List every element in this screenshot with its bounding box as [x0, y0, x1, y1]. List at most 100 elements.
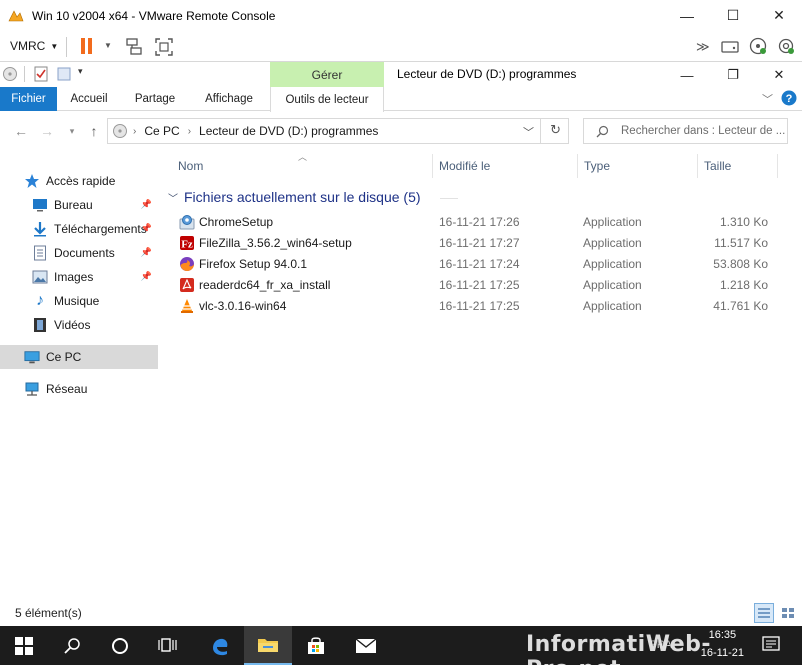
group-header[interactable]: ﹀ Fichiers actuellement sur le disque (5…: [168, 187, 458, 207]
tab-outils-de-lecteur[interactable]: Outils de lecteur: [270, 87, 384, 112]
manage-context-tab-group: Gérer: [270, 62, 384, 87]
chevron-down-icon[interactable]: ▼: [104, 41, 112, 50]
item-count: 5 élément(s): [15, 606, 82, 620]
maximize-button[interactable]: ☐: [710, 0, 756, 31]
column-header-name[interactable]: Nom: [178, 154, 203, 178]
properties-icon[interactable]: [34, 66, 48, 82]
taskbar-store-button[interactable]: [292, 626, 340, 665]
pin-icon: 📌: [140, 199, 152, 209]
nav-musique[interactable]: ♪ Musique: [0, 289, 158, 313]
nav-item-label: Téléchargements: [54, 222, 147, 236]
file-size: 1.218 Ko: [719, 278, 768, 292]
address-bar[interactable]: › Ce PC › Lecteur de DVD (D:) programmes…: [107, 118, 569, 144]
film-strip-icon: [32, 317, 48, 333]
start-button[interactable]: [0, 626, 48, 665]
edge-icon: [213, 638, 228, 655]
file-date: 16-11-21 17:24: [439, 257, 520, 271]
table-row[interactable]: vlc-3.0.16-win64 16-11-21 17:25 Applicat…: [170, 296, 780, 317]
nav-videos[interactable]: Vidéos: [0, 313, 158, 337]
breadcrumb-dvd-drive[interactable]: Lecteur de DVD (D:) programmes: [199, 124, 378, 138]
nav-item-label: Vidéos: [54, 318, 91, 332]
nav-documents[interactable]: Documents 📌: [0, 241, 158, 265]
table-row[interactable]: readerdc64_fr_xa_install 16-11-21 17:25 …: [170, 275, 780, 296]
forward-button[interactable]: →: [37, 121, 57, 141]
new-folder-icon[interactable]: [57, 66, 71, 82]
up-button[interactable]: ↑: [84, 121, 104, 141]
table-row[interactable]: Fz FileZilla_3.56.2_win64-setup 16-11-21…: [170, 233, 780, 254]
svg-text:?: ?: [786, 93, 793, 105]
details-view-icon: [758, 608, 770, 618]
column-header-size[interactable]: Taille: [704, 154, 731, 178]
customize-qat-icon[interactable]: ▾: [78, 66, 83, 77]
explorer-restore-button[interactable]: ❐: [710, 62, 756, 88]
send-ctrl-alt-del-button[interactable]: [124, 38, 144, 59]
settings-button[interactable]: [777, 37, 795, 58]
taskbar-edge-button[interactable]: [196, 626, 244, 665]
tab-partage[interactable]: Partage: [125, 87, 185, 111]
taskbar-mail-button[interactable]: [342, 626, 390, 665]
explorer-close-button[interactable]: ✕: [756, 62, 802, 88]
explorer-window-title: Lecteur de DVD (D:) programmes: [397, 67, 577, 81]
vmrc-menu-button[interactable]: VMRC ▼: [10, 39, 58, 53]
fullscreen-button[interactable]: [154, 37, 174, 60]
nav-quick-access[interactable]: Accès rapide: [0, 169, 158, 193]
back-button[interactable]: ←: [11, 121, 31, 141]
tab-accueil[interactable]: Accueil: [60, 87, 118, 111]
file-date: 16-11-21 17:27: [439, 236, 520, 250]
nav-ce-pc[interactable]: Ce PC: [0, 345, 158, 369]
tab-affichage[interactable]: Affichage: [192, 87, 266, 111]
task-view-icon: [158, 637, 177, 652]
tab-fichier[interactable]: Fichier: [0, 87, 57, 111]
large-icons-view-button[interactable]: [778, 603, 798, 623]
nav-bureau[interactable]: Bureau 📌: [0, 193, 158, 217]
chevron-right-icon: ›: [187, 125, 192, 137]
file-date: 16-11-21 17:25: [439, 299, 520, 313]
acrobat-reader-icon: [180, 278, 194, 292]
search-icon: [64, 637, 80, 654]
double-chevron-right-icon[interactable]: ≫: [696, 39, 710, 55]
nav-images[interactable]: Images 📌: [0, 265, 158, 289]
cortana-button[interactable]: [96, 626, 144, 665]
file-date: 16-11-21 17:25: [439, 278, 520, 292]
search-placeholder: Rechercher dans : Lecteur de ...: [621, 125, 786, 137]
nav-telechargements[interactable]: Téléchargements 📌: [0, 217, 158, 241]
arrow-up-icon: ↑: [90, 123, 98, 139]
removable-devices-button[interactable]: [721, 38, 739, 57]
file-size: 41.761 Ko: [713, 299, 768, 313]
nav-reseau[interactable]: Réseau: [0, 377, 158, 401]
column-header-type[interactable]: Type: [584, 154, 610, 178]
table-row[interactable]: Firefox Setup 94.0.1 16-11-21 17:24 Appl…: [170, 254, 780, 275]
file-name: readerdc64_fr_xa_install: [199, 278, 331, 292]
help-icon[interactable]: ?: [781, 90, 797, 106]
recent-locations-button[interactable]: ▾: [62, 121, 82, 141]
large-icons-view-icon: [782, 608, 794, 618]
minimize-button[interactable]: —: [664, 0, 710, 31]
search-button[interactable]: [48, 626, 96, 665]
pause-button[interactable]: [80, 37, 94, 58]
close-button[interactable]: ✕: [756, 0, 802, 31]
task-view-button[interactable]: [144, 626, 192, 665]
expand-ribbon-icon[interactable]: ﹀: [762, 91, 773, 107]
column-divider[interactable]: [777, 154, 778, 178]
column-divider[interactable]: [697, 154, 698, 178]
cd-dvd-button[interactable]: [749, 37, 767, 58]
computer-icon: [24, 349, 40, 365]
column-divider[interactable]: [577, 154, 578, 178]
search-input[interactable]: Rechercher dans : Lecteur de ...: [583, 118, 788, 144]
taskbar-explorer-button[interactable]: [244, 626, 292, 665]
pin-icon: 📌: [140, 271, 152, 281]
column-header-modified[interactable]: Modifié le: [439, 154, 490, 178]
window-title: Win 10 v2004 x64 - VMware Remote Console: [32, 8, 276, 23]
star-icon: [24, 173, 40, 189]
column-divider[interactable]: [432, 154, 433, 178]
table-row[interactable]: ChromeSetup 16-11-21 17:26 Application 1…: [170, 212, 780, 233]
svg-text:Fz: Fz: [181, 239, 193, 251]
breadcrumb-ce-pc[interactable]: Ce PC: [144, 124, 179, 138]
toolbar-divider: [66, 37, 67, 57]
details-view-button[interactable]: [754, 603, 774, 623]
dvd-drive-icon: [113, 124, 127, 138]
address-history-icon[interactable]: ﹀: [523, 124, 534, 140]
music-note-icon: ♪: [36, 292, 44, 309]
explorer-minimize-button[interactable]: —: [664, 62, 710, 88]
refresh-icon[interactable]: ↻: [550, 122, 561, 138]
